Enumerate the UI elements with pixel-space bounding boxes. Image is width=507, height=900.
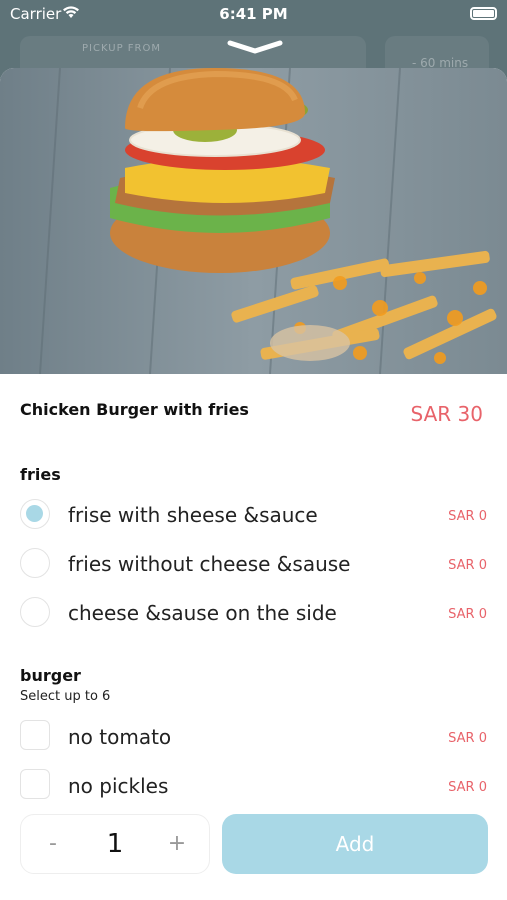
quantity-value: 1: [106, 829, 124, 859]
option-label: cheese &sause on the side: [68, 601, 337, 625]
item-detail-sheet: Chicken Burger with fries SAR 30 fries f…: [0, 68, 507, 900]
pickup-label: PICKUP FROM: [82, 43, 161, 54]
group-subtitle-burger: Select up to 6: [20, 689, 111, 704]
status-bar: Carrier 6:41 PM: [0, 0, 507, 30]
option-burger-1[interactable]: no pickles SAR 0: [0, 764, 507, 808]
add-to-cart-button[interactable]: Add: [222, 814, 488, 874]
chevron-down-icon[interactable]: [227, 40, 283, 54]
option-price: SAR 0: [448, 509, 487, 524]
item-price: SAR 30: [410, 402, 483, 426]
decrement-button[interactable]: -: [39, 829, 67, 859]
option-burger-0[interactable]: no tomato SAR 0: [0, 715, 507, 759]
checkbox[interactable]: [20, 720, 50, 750]
checkbox[interactable]: [20, 769, 50, 799]
radio-selected[interactable]: [20, 499, 50, 529]
group-title-burger: burger: [20, 666, 81, 685]
clock: 6:41 PM: [219, 5, 288, 23]
battery-icon: [470, 7, 497, 20]
option-fries-1[interactable]: fries without cheese &sause SAR 0: [0, 542, 507, 586]
increment-button[interactable]: +: [163, 829, 191, 859]
quantity-stepper: - 1 +: [20, 814, 210, 874]
item-title: Chicken Burger with fries: [20, 400, 249, 419]
group-title-fries: fries: [20, 465, 61, 484]
food-image: [0, 68, 507, 374]
option-label: no pickles: [68, 774, 169, 798]
option-fries-0[interactable]: frise with sheese &sauce SAR 0: [0, 493, 507, 537]
option-price: SAR 0: [448, 607, 487, 622]
option-label: no tomato: [68, 725, 172, 749]
radio-unselected[interactable]: [20, 597, 50, 627]
option-label: fries without cheese &sause: [68, 552, 351, 576]
option-label: frise with sheese &sauce: [68, 503, 318, 527]
option-fries-2[interactable]: cheese &sause on the side SAR 0: [0, 591, 507, 635]
radio-unselected[interactable]: [20, 548, 50, 578]
option-price: SAR 0: [448, 558, 487, 573]
option-price: SAR 0: [448, 780, 487, 795]
option-price: SAR 0: [448, 731, 487, 746]
